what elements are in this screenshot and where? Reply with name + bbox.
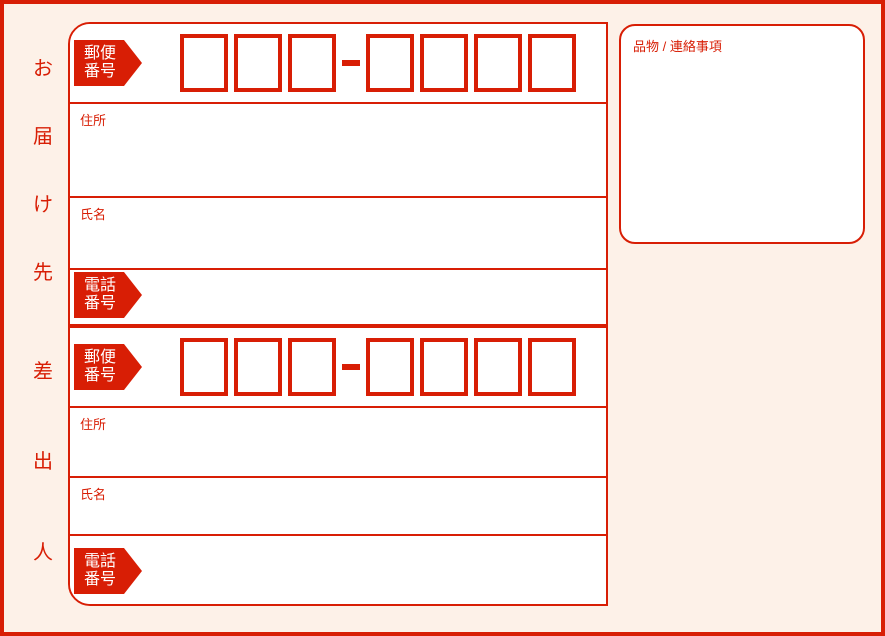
vlabel-char: 出	[33, 445, 53, 474]
postal-digit-box[interactable]	[366, 338, 414, 396]
sender-name-row[interactable]: 氏名	[70, 478, 606, 536]
recipient-vertical-label: お 届 け 先	[18, 22, 68, 314]
phone-tag: 電話 番号	[74, 548, 124, 594]
sender-postal-boxes	[180, 338, 576, 396]
notes-label: 品物 / 連絡事項	[633, 36, 851, 55]
notes-box[interactable]: 品物 / 連絡事項	[619, 24, 865, 244]
sender-section: 郵便 番号 住所 氏名	[70, 324, 606, 604]
postal-digit-box[interactable]	[234, 338, 282, 396]
shipping-label-form: お 届 け 先 差 出 人 郵便 番号	[0, 0, 885, 636]
postal-digit-box[interactable]	[180, 338, 228, 396]
recipient-postal-boxes	[180, 34, 576, 92]
phone-tag-text: 電話 番号	[84, 553, 116, 590]
recipient-section: 郵便 番号 住所 氏名	[70, 24, 606, 324]
address-label: 住所	[80, 110, 106, 129]
postal-digit-box[interactable]	[420, 338, 468, 396]
recipient-name-row[interactable]: 氏名	[70, 198, 606, 270]
postal-digit-box[interactable]	[528, 34, 576, 92]
sender-postal-row[interactable]: 郵便 番号	[70, 328, 606, 408]
postal-digit-box[interactable]	[288, 34, 336, 92]
postal-tag-text: 郵便 番号	[84, 45, 116, 82]
postal-dash	[342, 60, 360, 66]
recipient-phone-row[interactable]: 電話 番号	[70, 270, 606, 320]
postal-digit-box[interactable]	[234, 34, 282, 92]
recipient-postal-row[interactable]: 郵便 番号	[70, 24, 606, 104]
postal-digit-box[interactable]	[288, 338, 336, 396]
postal-digit-box[interactable]	[474, 34, 522, 92]
postal-digit-box[interactable]	[180, 34, 228, 92]
postal-tag-text: 郵便 番号	[84, 349, 116, 386]
main-form-area: お 届 け 先 差 出 人 郵便 番号	[18, 22, 608, 606]
vlabel-char: お	[33, 52, 53, 81]
postal-digit-box[interactable]	[528, 338, 576, 396]
phone-tag-text: 電話 番号	[84, 277, 116, 314]
sender-vertical-label: 差 出 人	[18, 314, 68, 606]
vlabel-char: 差	[33, 355, 53, 384]
postal-code-tag: 郵便 番号	[74, 344, 124, 390]
address-label: 住所	[80, 414, 106, 433]
vertical-labels-column: お 届 け 先 差 出 人	[18, 22, 68, 606]
name-label: 氏名	[80, 484, 106, 503]
postal-code-tag: 郵便 番号	[74, 40, 124, 86]
sender-phone-row[interactable]: 電話 番号	[70, 536, 606, 606]
recipient-address-row[interactable]: 住所	[70, 104, 606, 198]
phone-tag: 電話 番号	[74, 272, 124, 318]
postal-digit-box[interactable]	[420, 34, 468, 92]
postal-digit-box[interactable]	[366, 34, 414, 92]
vlabel-char: 人	[33, 536, 53, 565]
postal-dash	[342, 364, 360, 370]
vlabel-char: 先	[33, 256, 53, 285]
vlabel-char: 届	[33, 120, 53, 149]
form-sections: 郵便 番号 住所 氏名	[68, 22, 608, 606]
vlabel-char: け	[33, 188, 53, 217]
sender-address-row[interactable]: 住所	[70, 408, 606, 478]
postal-digit-box[interactable]	[474, 338, 522, 396]
name-label: 氏名	[80, 204, 106, 223]
